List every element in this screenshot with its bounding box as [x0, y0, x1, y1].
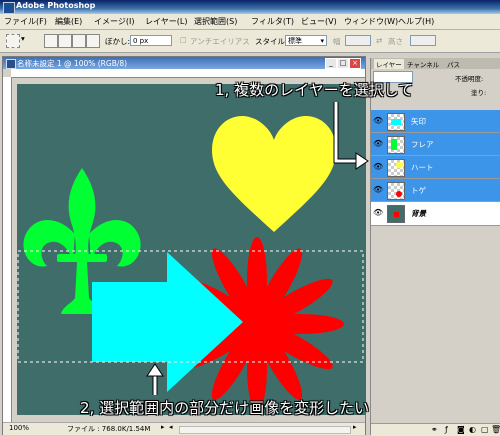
- annotation-step-1: 1, 複数のレイヤーを選択して: [215, 81, 414, 99]
- annotation-step-2: 2, 選択範囲内の部分だけ画像を変形したい: [80, 399, 370, 417]
- annotation-arrows: [146, 102, 369, 395]
- step1-arrow-icon: [333, 102, 362, 164]
